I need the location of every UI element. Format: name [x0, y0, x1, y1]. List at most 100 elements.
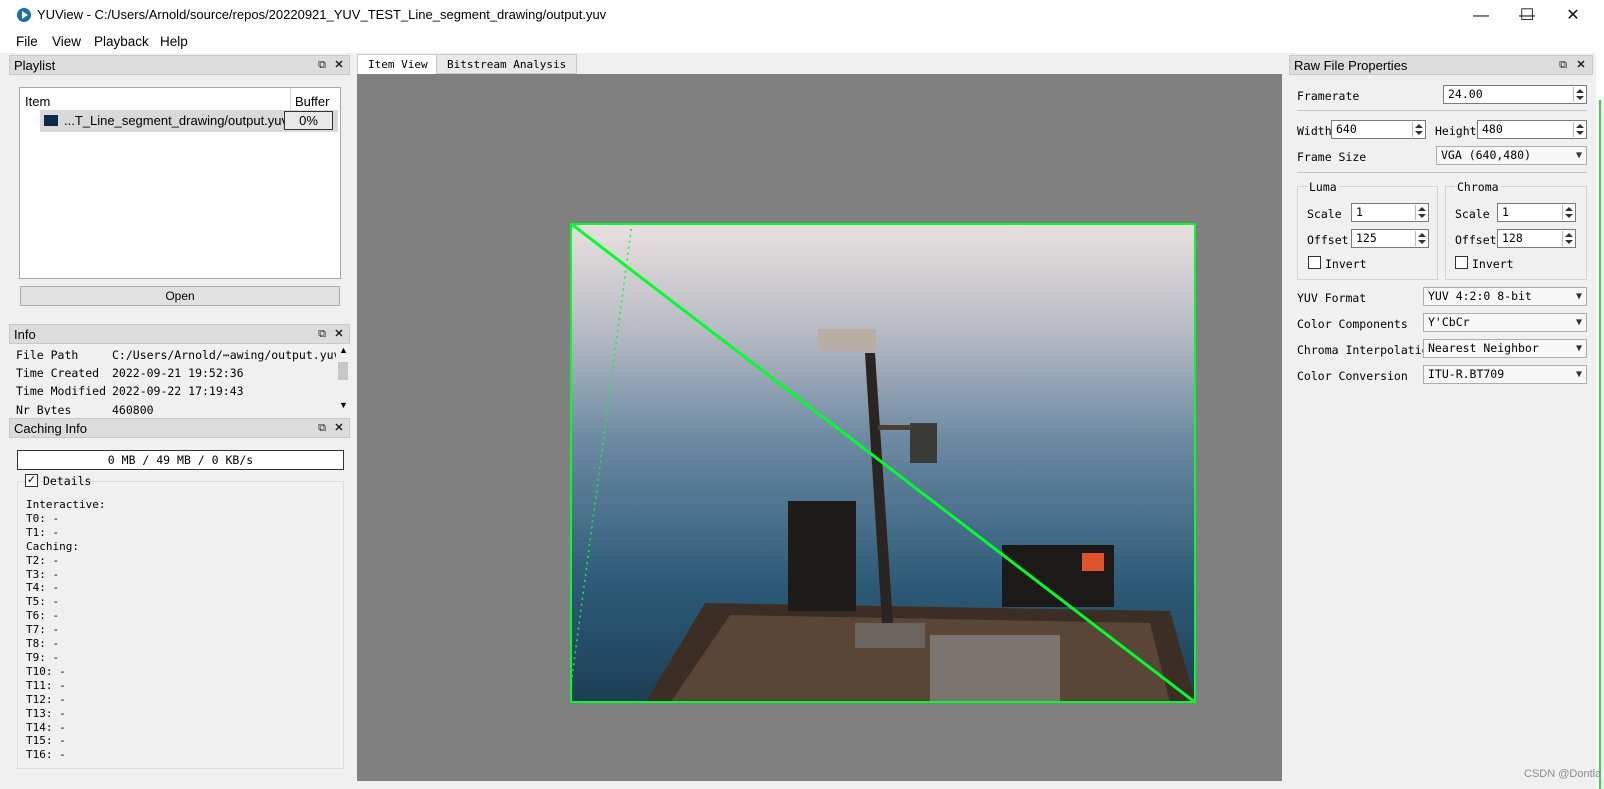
playlist-tree[interactable]: Item Buffer ...T_Line_segment_drawing/ou…: [19, 87, 341, 279]
column-header-item[interactable]: Item: [25, 94, 50, 109]
float-dock-icon[interactable]: ⧉: [315, 421, 329, 435]
raw-props-dock-header: Raw File Properties ⧉ ✕: [1289, 55, 1593, 75]
info-scrollbar[interactable]: ▲ ▼: [336, 345, 350, 412]
details-checkbox[interactable]: ✓: [25, 474, 38, 487]
chroma-interpolation-value: Nearest Neighbor: [1428, 341, 1539, 355]
column-header-buffer[interactable]: Buffer: [295, 94, 329, 109]
chroma-offset-value: 128: [1502, 231, 1523, 245]
chroma-offset-spinbox[interactable]: 128: [1497, 229, 1576, 248]
scroll-up-icon[interactable]: ▲: [339, 345, 348, 355]
menu-playback[interactable]: Playback: [94, 34, 149, 49]
luma-invert-checkbox[interactable]: [1308, 256, 1321, 269]
chevron-down-icon: ▼: [1575, 291, 1582, 302]
color-components-value: Y'CbCr: [1428, 315, 1470, 329]
close-dock-icon[interactable]: ✕: [332, 327, 346, 341]
height-label: Height: [1435, 124, 1477, 138]
tab-item-view[interactable]: Item View: [357, 54, 439, 74]
yuview-logo-icon: [17, 8, 31, 22]
framerate-label: Framerate: [1297, 89, 1360, 103]
checkmark-icon: ✓: [26, 474, 37, 486]
chroma-interpolation-select[interactable]: Nearest Neighbor ▼: [1423, 339, 1587, 358]
minimize-button[interactable]: —: [1458, 0, 1504, 31]
caching-thread-list: Interactive: T0: - T1: - Caching: T2: - …: [26, 498, 106, 762]
float-dock-icon[interactable]: ⧉: [315, 327, 329, 341]
info-value: C:/Users/Arnold/⋯awing/output.yuv: [112, 348, 341, 362]
spin-arrows-icon[interactable]: [1573, 87, 1585, 102]
yuv-format-select[interactable]: YUV 4:2:0 8-bit ▼: [1423, 287, 1587, 306]
chevron-down-icon: ▼: [1575, 369, 1582, 380]
info-key: Time Created: [16, 366, 100, 380]
color-components-select[interactable]: Y'CbCr ▼: [1423, 313, 1587, 332]
info-panel: File Path C:/Users/Arnold/⋯awing/output.…: [10, 343, 350, 415]
title-bar: YUView - C:/Users/Arnold/source/repos/20…: [0, 0, 1604, 31]
luma-offset-value: 125: [1356, 231, 1377, 245]
background-window-edge: [1599, 100, 1601, 789]
close-dock-icon[interactable]: ✕: [1574, 58, 1588, 72]
spin-arrows-icon[interactable]: [1573, 122, 1585, 137]
scroll-down-icon[interactable]: ▼: [339, 400, 348, 410]
menu-help[interactable]: Help: [160, 34, 188, 49]
float-dock-icon[interactable]: ⧉: [315, 58, 329, 72]
playlist-title: Playlist: [14, 58, 56, 73]
watermark-text: CSDN @Dontla: [1524, 768, 1602, 780]
raw-props-title: Raw File Properties: [1294, 58, 1408, 73]
spin-arrows-icon[interactable]: [1415, 205, 1427, 220]
spin-arrows-icon[interactable]: [1562, 205, 1574, 220]
frame-size-label: Frame Size: [1297, 150, 1367, 164]
tab-bitstream-analysis[interactable]: Bitstream Analysis: [436, 54, 578, 74]
scroll-thumb[interactable]: [338, 362, 348, 380]
close-button[interactable]: ✕: [1550, 0, 1596, 31]
framerate-spinbox[interactable]: 24.00: [1443, 85, 1587, 104]
info-value: 2022-09-22 17:19:43: [112, 384, 244, 398]
chevron-down-icon: ▼: [1575, 343, 1582, 354]
info-dock-header: Info ⧉ ✕: [9, 324, 350, 344]
info-key: Time Modified: [16, 384, 107, 398]
luma-scale-value: 1: [1356, 205, 1363, 219]
framerate-value: 24.00: [1448, 87, 1483, 101]
frame-size-select[interactable]: VGA (640,480) ▼: [1436, 146, 1587, 165]
luma-title: Luma: [1307, 180, 1339, 194]
chroma-offset-label: Offset: [1455, 233, 1497, 247]
frame-size-value: VGA (640,480): [1441, 148, 1532, 162]
luma-scale-spinbox[interactable]: 1: [1351, 203, 1429, 222]
height-spinbox[interactable]: 480: [1477, 120, 1587, 139]
view-tabbar: Item View Bitstream Analysis: [357, 54, 1282, 74]
info-value: 2022-09-21 19:52:36: [112, 366, 244, 380]
chroma-scale-spinbox[interactable]: 1: [1497, 203, 1576, 222]
chroma-interpolation-label: Chroma Interpolation: [1297, 343, 1436, 357]
close-dock-icon[interactable]: ✕: [332, 421, 346, 435]
playlist-dock-header: Playlist ⧉ ✕: [9, 55, 350, 75]
spin-arrows-icon[interactable]: [1415, 231, 1427, 246]
chroma-scale-value: 1: [1502, 205, 1509, 219]
window-title: YUView - C:/Users/Arnold/source/repos/20…: [37, 7, 607, 22]
menu-bar: File View Playback Help: [0, 31, 1604, 53]
open-button[interactable]: Open: [20, 286, 340, 306]
width-value: 640: [1336, 122, 1357, 136]
yuv-format-label: YUV Format: [1297, 291, 1367, 305]
divider: [1297, 172, 1587, 173]
playlist-item-row[interactable]: ...T_Line_segment_drawing/output.yuv 0%: [40, 110, 338, 132]
item-view-canvas[interactable]: [357, 74, 1282, 781]
maximize-button[interactable]: ☐: [1504, 0, 1550, 31]
color-conversion-value: ITU-R.BT709: [1428, 367, 1505, 381]
height-value: 480: [1482, 122, 1503, 136]
menu-view[interactable]: View: [52, 34, 81, 49]
float-dock-icon[interactable]: ⧉: [1556, 58, 1570, 72]
chroma-invert-checkbox[interactable]: [1455, 256, 1468, 269]
video-file-icon: [44, 115, 58, 126]
close-dock-icon[interactable]: ✕: [332, 58, 346, 72]
column-separator: [290, 88, 291, 110]
luma-offset-spinbox[interactable]: 125: [1351, 229, 1429, 248]
chroma-title: Chroma: [1455, 180, 1501, 194]
chevron-down-icon: ▼: [1575, 150, 1582, 161]
menu-file[interactable]: File: [16, 34, 38, 49]
info-key: File Path: [16, 348, 79, 362]
spin-arrows-icon[interactable]: [1562, 231, 1574, 246]
cache-usage-bar: 0 MB / 49 MB / 0 KB/s: [17, 450, 344, 470]
color-conversion-select[interactable]: ITU-R.BT709 ▼: [1423, 365, 1587, 384]
divider: [1297, 110, 1587, 111]
spin-arrows-icon[interactable]: [1412, 122, 1424, 137]
width-spinbox[interactable]: 640: [1331, 120, 1426, 139]
luma-invert-label: Invert: [1325, 257, 1367, 271]
yuv-format-value: YUV 4:2:0 8-bit: [1428, 289, 1532, 303]
